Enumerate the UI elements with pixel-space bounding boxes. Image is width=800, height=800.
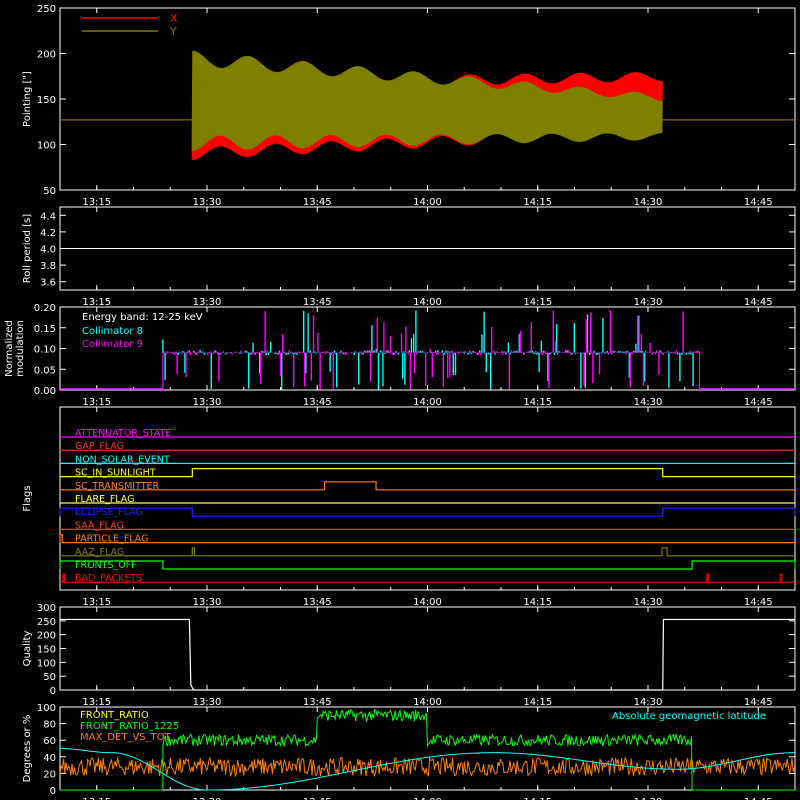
x-tick-label: 14:30 [634,397,663,408]
y-tick-label: 50 [43,672,56,683]
x-tick-label: 13:45 [303,597,332,608]
x-tick-label: 13:30 [193,597,222,608]
x-tick-label: 14:45 [744,697,773,708]
x-tick-label: 14:30 [634,697,663,708]
x-tick-label: 14:30 [634,197,663,208]
x-tick-label: 14:30 [634,297,663,308]
y-tick-label: 4.2 [40,228,56,239]
x-tick-label: 13:30 [193,697,222,708]
y-tick-label: 250 [37,4,56,15]
x-tick-label: 14:15 [523,697,552,708]
y-tick-label: 20 [43,769,56,780]
x-tick-label: 14:15 [523,197,552,208]
x-tick-label: 14:45 [744,197,773,208]
y-tick-label: 0.00 [34,386,56,397]
y-axis-label: Roll period [s] [22,214,33,283]
y-axis-label: Normalized [4,320,15,377]
y-tick-label: 250 [37,617,56,628]
y-axis-label: Flags [22,485,33,511]
y-axis-label: Quality [22,631,33,667]
flag-label: FRONTS_OFF [75,560,137,571]
orbit-summary-figure: 13:15 13:30 13:45 14:00 14:15 14:30 14:45 50 100… [0,0,800,800]
x-tick-label: 13:45 [303,197,332,208]
x-tick-label: 14:15 [523,297,552,308]
x-tick-label: 13:45 [303,697,332,708]
legend-label-geomagnetic-latitude: Absolute geomagnetic latitude [612,711,766,722]
legend-label-front-ratio: FRONT_RATIO [80,710,149,721]
y-tick-label: 200 [37,50,56,61]
x-tick-label: 14:15 [523,397,552,408]
legend-label-max-det-vs-tot: MAX_DET_VS_TOT [80,732,172,743]
y-tick-label: 150 [37,645,56,656]
x-tick-label: 13:15 [82,597,111,608]
legend-label-collimator-8: Collimator 8 [82,326,143,337]
y-tick-label: 4.0 [40,245,56,256]
x-tick-label: 13:30 [193,197,222,208]
y-axis-label: Degrees or % [22,715,33,783]
y-tick-label: 200 [37,631,56,642]
y-tick-label: 50 [43,186,56,197]
legend-label-front-ratio-1225: FRONT_RATIO_1225 [80,721,179,732]
y-tick-label: 0 [50,686,56,697]
y-tick-label: 100 [37,141,56,152]
legend-label-x: X [170,12,178,25]
legend-label-collimator-9: Collimator 9 [82,339,143,350]
y-tick-label: 150 [37,95,56,106]
x-tick-label: 14:00 [413,697,442,708]
y-axis-label: modulation [15,320,26,377]
y-tick-label: 100 [37,703,56,714]
y-tick-label: 3.6 [40,278,56,289]
flag-label: ECLIPSE_FLAG [75,507,143,518]
x-tick-label: 13:30 [193,297,222,308]
x-tick-label: 14:00 [413,397,442,408]
x-tick-label: 13:15 [82,197,111,208]
y-tick-label: 60 [43,736,56,747]
x-tick-label: 14:15 [523,597,552,608]
y-tick-label: 0.15 [34,324,56,335]
y-tick-label: 300 [37,603,56,614]
x-tick-label: 13:30 [193,397,222,408]
y-tick-label: 0.10 [34,345,56,356]
y-tick-label: 3.8 [40,261,56,272]
y-tick-label: 0.20 [34,303,56,314]
x-tick-label: 14:00 [413,197,442,208]
legend-label-y: Y [169,25,177,38]
y-tick-label: 40 [43,753,56,764]
x-tick-label: 14:00 [413,597,442,608]
legend-title: Energy band: 12-25 keV [82,312,203,323]
x-tick-label: 13:15 [82,397,111,408]
x-tick-label: 13:15 [82,297,111,308]
y-tick-label: 100 [37,658,56,669]
x-tick-label: 13:45 [303,297,332,308]
y-tick-label: 0 [50,786,56,797]
x-tick-label: 14:45 [744,597,773,608]
x-tick-label: 13:45 [303,397,332,408]
x-tick-label: 13:15 [82,697,111,708]
y-axis-label: Pointing ["] [22,71,33,127]
x-tick-label: 14:30 [634,597,663,608]
y-tick-label: 80 [43,720,56,731]
x-tick-label: 14:45 [744,297,773,308]
x-tick-label: 14:45 [744,397,773,408]
x-tick-label: 14:00 [413,297,442,308]
y-tick-label: 4.4 [40,211,56,222]
y-tick-label: 0.05 [34,365,56,376]
